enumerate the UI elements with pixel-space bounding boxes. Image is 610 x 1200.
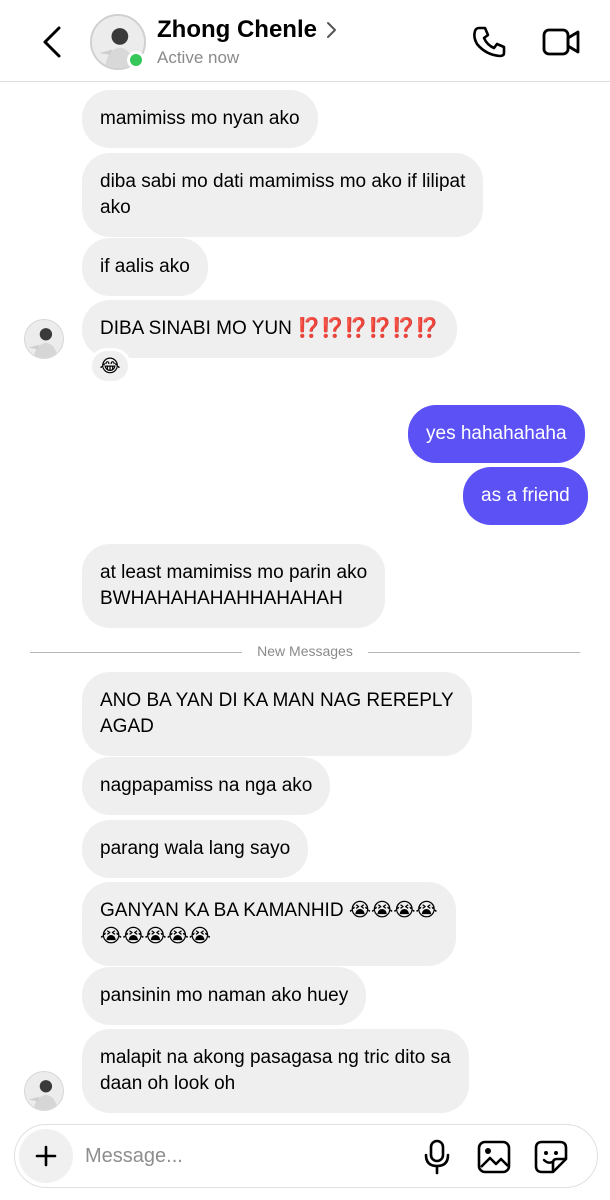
message-composer xyxy=(14,1124,598,1188)
message-text: nagpapamiss na nga ako xyxy=(100,775,313,796)
message-bubble-outgoing[interactable]: yes hahahahaha xyxy=(408,405,585,463)
message-reaction[interactable]: 😂 xyxy=(89,348,131,384)
sender-avatar[interactable] xyxy=(24,319,64,359)
new-messages-divider-label: New Messages xyxy=(257,643,353,659)
chat-header: Zhong Chenle Active now xyxy=(0,0,610,82)
video-camera-icon[interactable] xyxy=(540,24,582,60)
back-arrow-icon[interactable] xyxy=(36,24,68,60)
message-text: at least mamimiss mo parin ako BWHAHAHAH… xyxy=(100,562,368,609)
message-bubble-incoming[interactable]: pansinin mo naman ako huey xyxy=(82,967,367,1025)
sender-avatar[interactable] xyxy=(24,1071,64,1111)
reaction-emoji: 😂 xyxy=(99,355,121,376)
message-input[interactable] xyxy=(85,1139,385,1173)
new-messages-divider-right xyxy=(368,652,580,653)
message-text: DIBA SINABI MO YUN ⁉️⁉️⁉️⁉️⁉️⁉️ xyxy=(100,318,440,339)
message-bubble-incoming[interactable]: GANYAN KA BA KAMANHID 😭😭😭😭 😭😭😭😭😭 xyxy=(82,882,456,966)
message-bubble-outgoing[interactable]: as a friend xyxy=(463,467,588,525)
new-messages-divider-left xyxy=(30,652,242,653)
message-bubble-incoming[interactable]: diba sabi mo dati mamimiss mo ako if lil… xyxy=(82,153,484,237)
message-text: parang wala lang sayo xyxy=(100,838,291,859)
message-text: GANYAN KA BA KAMANHID 😭😭😭😭 😭😭😭😭😭 xyxy=(100,900,438,947)
plus-icon[interactable] xyxy=(19,1129,73,1183)
message-text: mamimiss mo nyan ako xyxy=(100,108,300,129)
message-bubble-incoming[interactable]: mamimiss mo nyan ako xyxy=(82,90,318,148)
message-text: as a friend xyxy=(481,485,570,506)
message-bubble-incoming[interactable]: malapit na akong pasagasa ng tric dito s… xyxy=(82,1029,469,1113)
contact-status: Active now xyxy=(157,48,240,67)
gallery-icon[interactable] xyxy=(476,1139,512,1175)
message-text: pansinin mo naman ako huey xyxy=(100,985,349,1006)
message-text: ANO BA YAN DI KA MAN NAG REREPLY AGAD xyxy=(100,690,454,737)
contact-name[interactable]: Zhong Chenle xyxy=(157,16,317,44)
message-bubble-incoming[interactable]: if aalis ako xyxy=(82,238,208,296)
message-bubble-incoming[interactable]: parang wala lang sayo xyxy=(82,820,309,878)
message-bubble-incoming[interactable]: at least mamimiss mo parin ako BWHAHAHAH… xyxy=(82,544,386,628)
message-text: if aalis ako xyxy=(100,256,190,277)
sticker-icon[interactable] xyxy=(533,1139,569,1175)
message-text: yes hahahahaha xyxy=(426,423,567,444)
phone-icon[interactable] xyxy=(470,24,510,60)
microphone-icon[interactable] xyxy=(420,1139,454,1175)
chevron-right-icon[interactable] xyxy=(325,20,339,40)
message-bubble-incoming[interactable]: ANO BA YAN DI KA MAN NAG REREPLY AGAD xyxy=(82,672,472,756)
message-text: malapit na akong pasagasa ng tric dito s… xyxy=(100,1047,451,1094)
message-text: diba sabi mo dati mamimiss mo ako if lil… xyxy=(100,171,466,218)
message-bubble-incoming[interactable]: DIBA SINABI MO YUN ⁉️⁉️⁉️⁉️⁉️⁉️ xyxy=(82,300,458,358)
online-indicator xyxy=(127,51,145,69)
message-bubble-incoming[interactable]: nagpapamiss na nga ako xyxy=(82,757,331,815)
